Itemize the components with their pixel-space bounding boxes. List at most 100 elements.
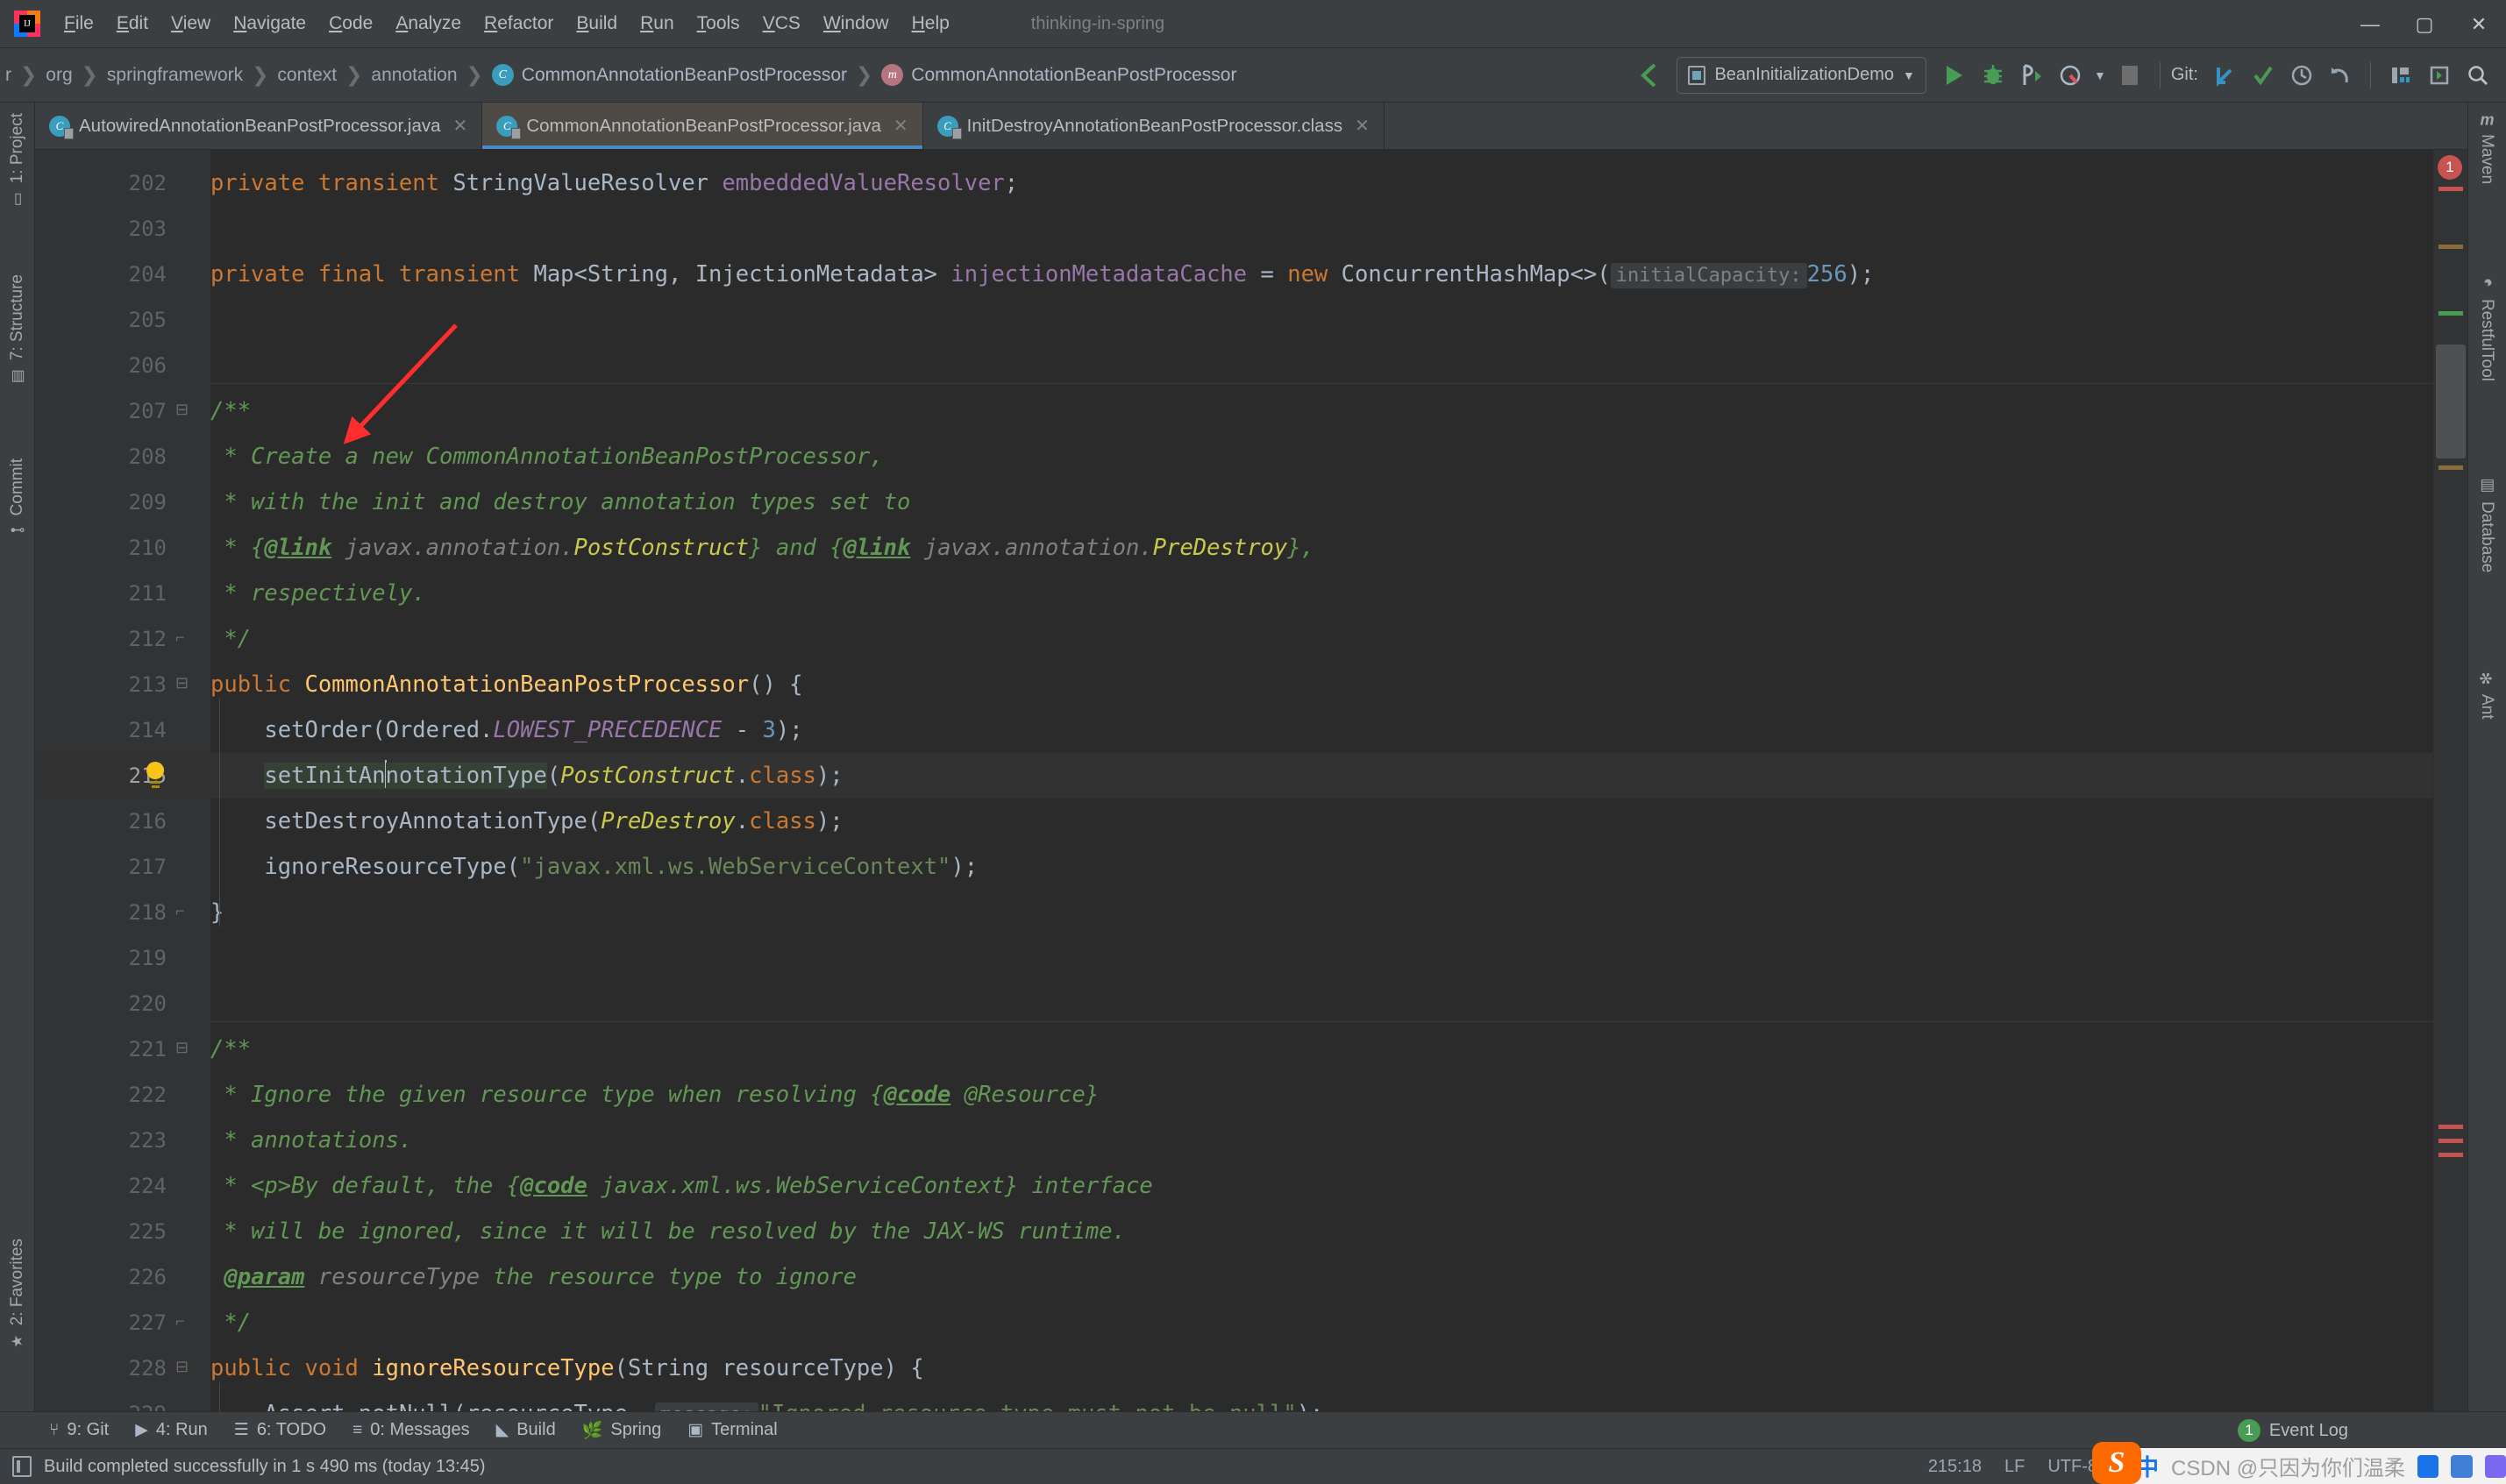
scrollbar-thumb[interactable] <box>2436 344 2466 458</box>
git-commit-icon[interactable] <box>2244 56 2282 95</box>
code-line-205[interactable]: 205 <box>35 297 2432 343</box>
sidebar-item-structure[interactable]: ▤ 7: Structure <box>0 269 35 390</box>
close-tab-icon[interactable]: ✕ <box>453 115 468 137</box>
bottom-tool-build[interactable]: ◣ Build <box>496 1420 556 1440</box>
menu-item-tools[interactable]: Tools <box>686 10 751 38</box>
marker-error[interactable] <box>2438 187 2463 191</box>
menu-item-file[interactable]: File <box>53 10 105 38</box>
run-with-coverage-icon[interactable] <box>2012 56 2051 95</box>
code-line-203[interactable]: 203 <box>35 206 2432 252</box>
caret-position[interactable]: 215:18 <box>1928 1457 1982 1477</box>
breadcrumb-item-class[interactable]: C CommonAnnotationBeanPostProcessor <box>491 64 847 86</box>
sidebar-item-commit[interactable]: ⊷ Commit <box>0 453 35 543</box>
menu-item-help[interactable]: Help <box>901 10 961 38</box>
code-line-218[interactable]: 218} <box>35 890 2432 935</box>
git-update-icon[interactable] <box>2205 56 2244 95</box>
code-line-225[interactable]: 225 * will be ignored, since it will be … <box>35 1209 2432 1254</box>
marker-warning-2[interactable] <box>2438 465 2463 470</box>
error-count-badge[interactable]: 1 <box>2438 155 2462 180</box>
code-line-216[interactable]: 216 setDestroyAnnotationType(PreDestroy.… <box>35 799 2432 844</box>
editor-tab-2[interactable]: C InitDestroyAnnotationBeanPostProcessor.… <box>923 103 1385 149</box>
bottom-tool-spring[interactable]: 🌿 Spring <box>582 1420 661 1441</box>
code-line-223[interactable]: 223 * annotations. <box>35 1118 2432 1163</box>
breadcrumb-item-springframework[interactable]: springframework <box>107 65 243 86</box>
fold-end-icon[interactable]: ⌐ <box>175 1312 185 1331</box>
code-editor[interactable]: 202 private transient StringValueResolver… <box>35 150 2432 1411</box>
fold-expand-icon[interactable]: ⊟ <box>175 401 189 419</box>
menu-item-analyze[interactable]: Analyze <box>384 10 473 38</box>
chevron-down-icon[interactable]: ▼ <box>2090 56 2111 95</box>
build-icon[interactable] <box>2381 56 2420 95</box>
profiler-icon[interactable] <box>2051 56 2090 95</box>
git-history-icon[interactable] <box>2282 56 2321 95</box>
bottom-tool-todo[interactable]: ☰ 6: TODO <box>234 1420 326 1440</box>
close-tab-icon[interactable]: ✕ <box>893 115 908 137</box>
marker-error-4[interactable] <box>2438 1153 2463 1157</box>
code-line-207[interactable]: 207 /** <box>35 388 2432 434</box>
code-line-219[interactable]: 219 <box>35 935 2432 981</box>
menu-item-code[interactable]: Code <box>317 10 384 38</box>
sidebar-item-database[interactable]: ▥ Database <box>2467 471 2506 578</box>
marker-warning[interactable] <box>2438 245 2463 249</box>
breadcrumb-item-annotation[interactable]: annotation <box>371 65 457 86</box>
run-configuration-selector[interactable]: BeanInitializationDemo ▼ <box>1677 56 1926 94</box>
line-separator[interactable]: LF <box>2004 1457 2025 1477</box>
sogou-ime-icon[interactable]: S <box>2092 1442 2141 1484</box>
code-line-209[interactable]: 209 * with the init and destroy annotati… <box>35 479 2432 525</box>
code-line-210[interactable]: 210 * {@link javax.annotation.PostConstr… <box>35 525 2432 571</box>
sidebar-item-restfultool[interactable]: ◕ RestfulTool <box>2467 269 2506 387</box>
sidebar-item-favorites[interactable]: ★ 2: Favorites <box>0 1233 35 1355</box>
marker-error-3[interactable] <box>2438 1139 2463 1143</box>
bottom-tool-terminal[interactable]: ▣ Terminal <box>687 1420 778 1440</box>
event-log-button[interactable]: 1 Event Log <box>2237 1412 2348 1449</box>
menu-item-view[interactable]: View <box>160 10 222 38</box>
search-everywhere-icon[interactable] <box>2459 56 2497 95</box>
fold-expand-icon[interactable]: ⊟ <box>175 1358 189 1376</box>
close-button[interactable]: ✕ <box>2452 0 2506 48</box>
stop-icon[interactable] <box>2111 56 2149 95</box>
menu-item-edit[interactable]: Edit <box>105 10 160 38</box>
intention-bulb-icon[interactable] <box>144 762 167 788</box>
minimize-button[interactable]: — <box>2343 0 2397 48</box>
breadcrumb-item-r[interactable]: r <box>5 65 11 86</box>
editor-tab-1[interactable]: C CommonAnnotationBeanPostProcessor.java ✕ <box>482 103 923 149</box>
marker-change[interactable] <box>2438 311 2463 316</box>
breadcrumb-item-context[interactable]: context <box>277 65 337 86</box>
code-line-226[interactable]: 226 @param resourceType the resource typ… <box>35 1254 2432 1300</box>
breadcrumb-item-method[interactable]: m CommonAnnotationBeanPostProcessor <box>881 64 1236 86</box>
file-encoding[interactable]: UTF-8 <box>2047 1457 2097 1477</box>
code-line-202[interactable]: 202 private transient StringValueResolver… <box>35 160 2432 206</box>
fold-end-icon[interactable]: ⌐ <box>175 902 185 920</box>
sidebar-item-project[interactable]: ▭ 1: Project <box>0 108 35 213</box>
code-line-208[interactable]: 208 * Create a new CommonAnnotationBeanP… <box>35 434 2432 479</box>
code-line-229[interactable]: 229 Assert.notNull(resourceType, message… <box>35 1391 2432 1411</box>
menu-item-navigate[interactable]: Navigate <box>222 10 317 38</box>
taskbar-app-icon-1[interactable] <box>2417 1454 2439 1478</box>
editor-marker-bar[interactable]: 1 <box>2432 150 2467 1411</box>
taskbar-app-icon-2[interactable] <box>2451 1454 2473 1478</box>
code-line-220[interactable]: 220 <box>35 981 2432 1026</box>
menu-item-vcs[interactable]: VCS <box>751 10 812 38</box>
debug-icon[interactable] <box>1974 56 2012 95</box>
taskbar-app-icon-3[interactable] <box>2484 1454 2506 1478</box>
code-line-224[interactable]: 224 * <p>By default, the {@code javax.xm… <box>35 1163 2432 1209</box>
bottom-tool-git[interactable]: ⑂ 9: Git <box>49 1420 109 1440</box>
code-line-204[interactable]: 204 private final transient Map<String, I… <box>35 252 2432 297</box>
code-line-206[interactable]: 206 <box>35 343 2432 388</box>
code-line-211[interactable]: 211 * respectively. <box>35 571 2432 616</box>
sidebar-item-ant[interactable]: ✻ Ant <box>2467 664 2506 725</box>
git-rollback-icon[interactable] <box>2321 56 2360 95</box>
editor-tab-0[interactable]: C AutowiredAnnotationBeanPostProcessor.ja… <box>35 103 483 149</box>
menu-item-run[interactable]: Run <box>629 10 686 38</box>
menu-item-build[interactable]: Build <box>565 10 629 38</box>
code-line-213[interactable]: 213 public CommonAnnotationBeanPostProces… <box>35 662 2432 707</box>
bottom-tool-messages[interactable]: ≡ 0: Messages <box>352 1420 469 1440</box>
code-line-222[interactable]: 222 * Ignore the given resource type whe… <box>35 1072 2432 1118</box>
code-line-214[interactable]: 214 setOrder(Ordered.LOWEST_PRECEDENCE -… <box>35 707 2432 753</box>
menu-item-window[interactable]: Window <box>812 10 901 38</box>
code-line-212[interactable]: 212 */ <box>35 616 2432 662</box>
code-line-221[interactable]: 221 /** <box>35 1026 2432 1072</box>
fold-end-icon[interactable]: ⌐ <box>175 628 185 647</box>
menu-item-refactor[interactable]: Refactor <box>473 10 565 38</box>
preview-icon[interactable] <box>2420 56 2459 95</box>
